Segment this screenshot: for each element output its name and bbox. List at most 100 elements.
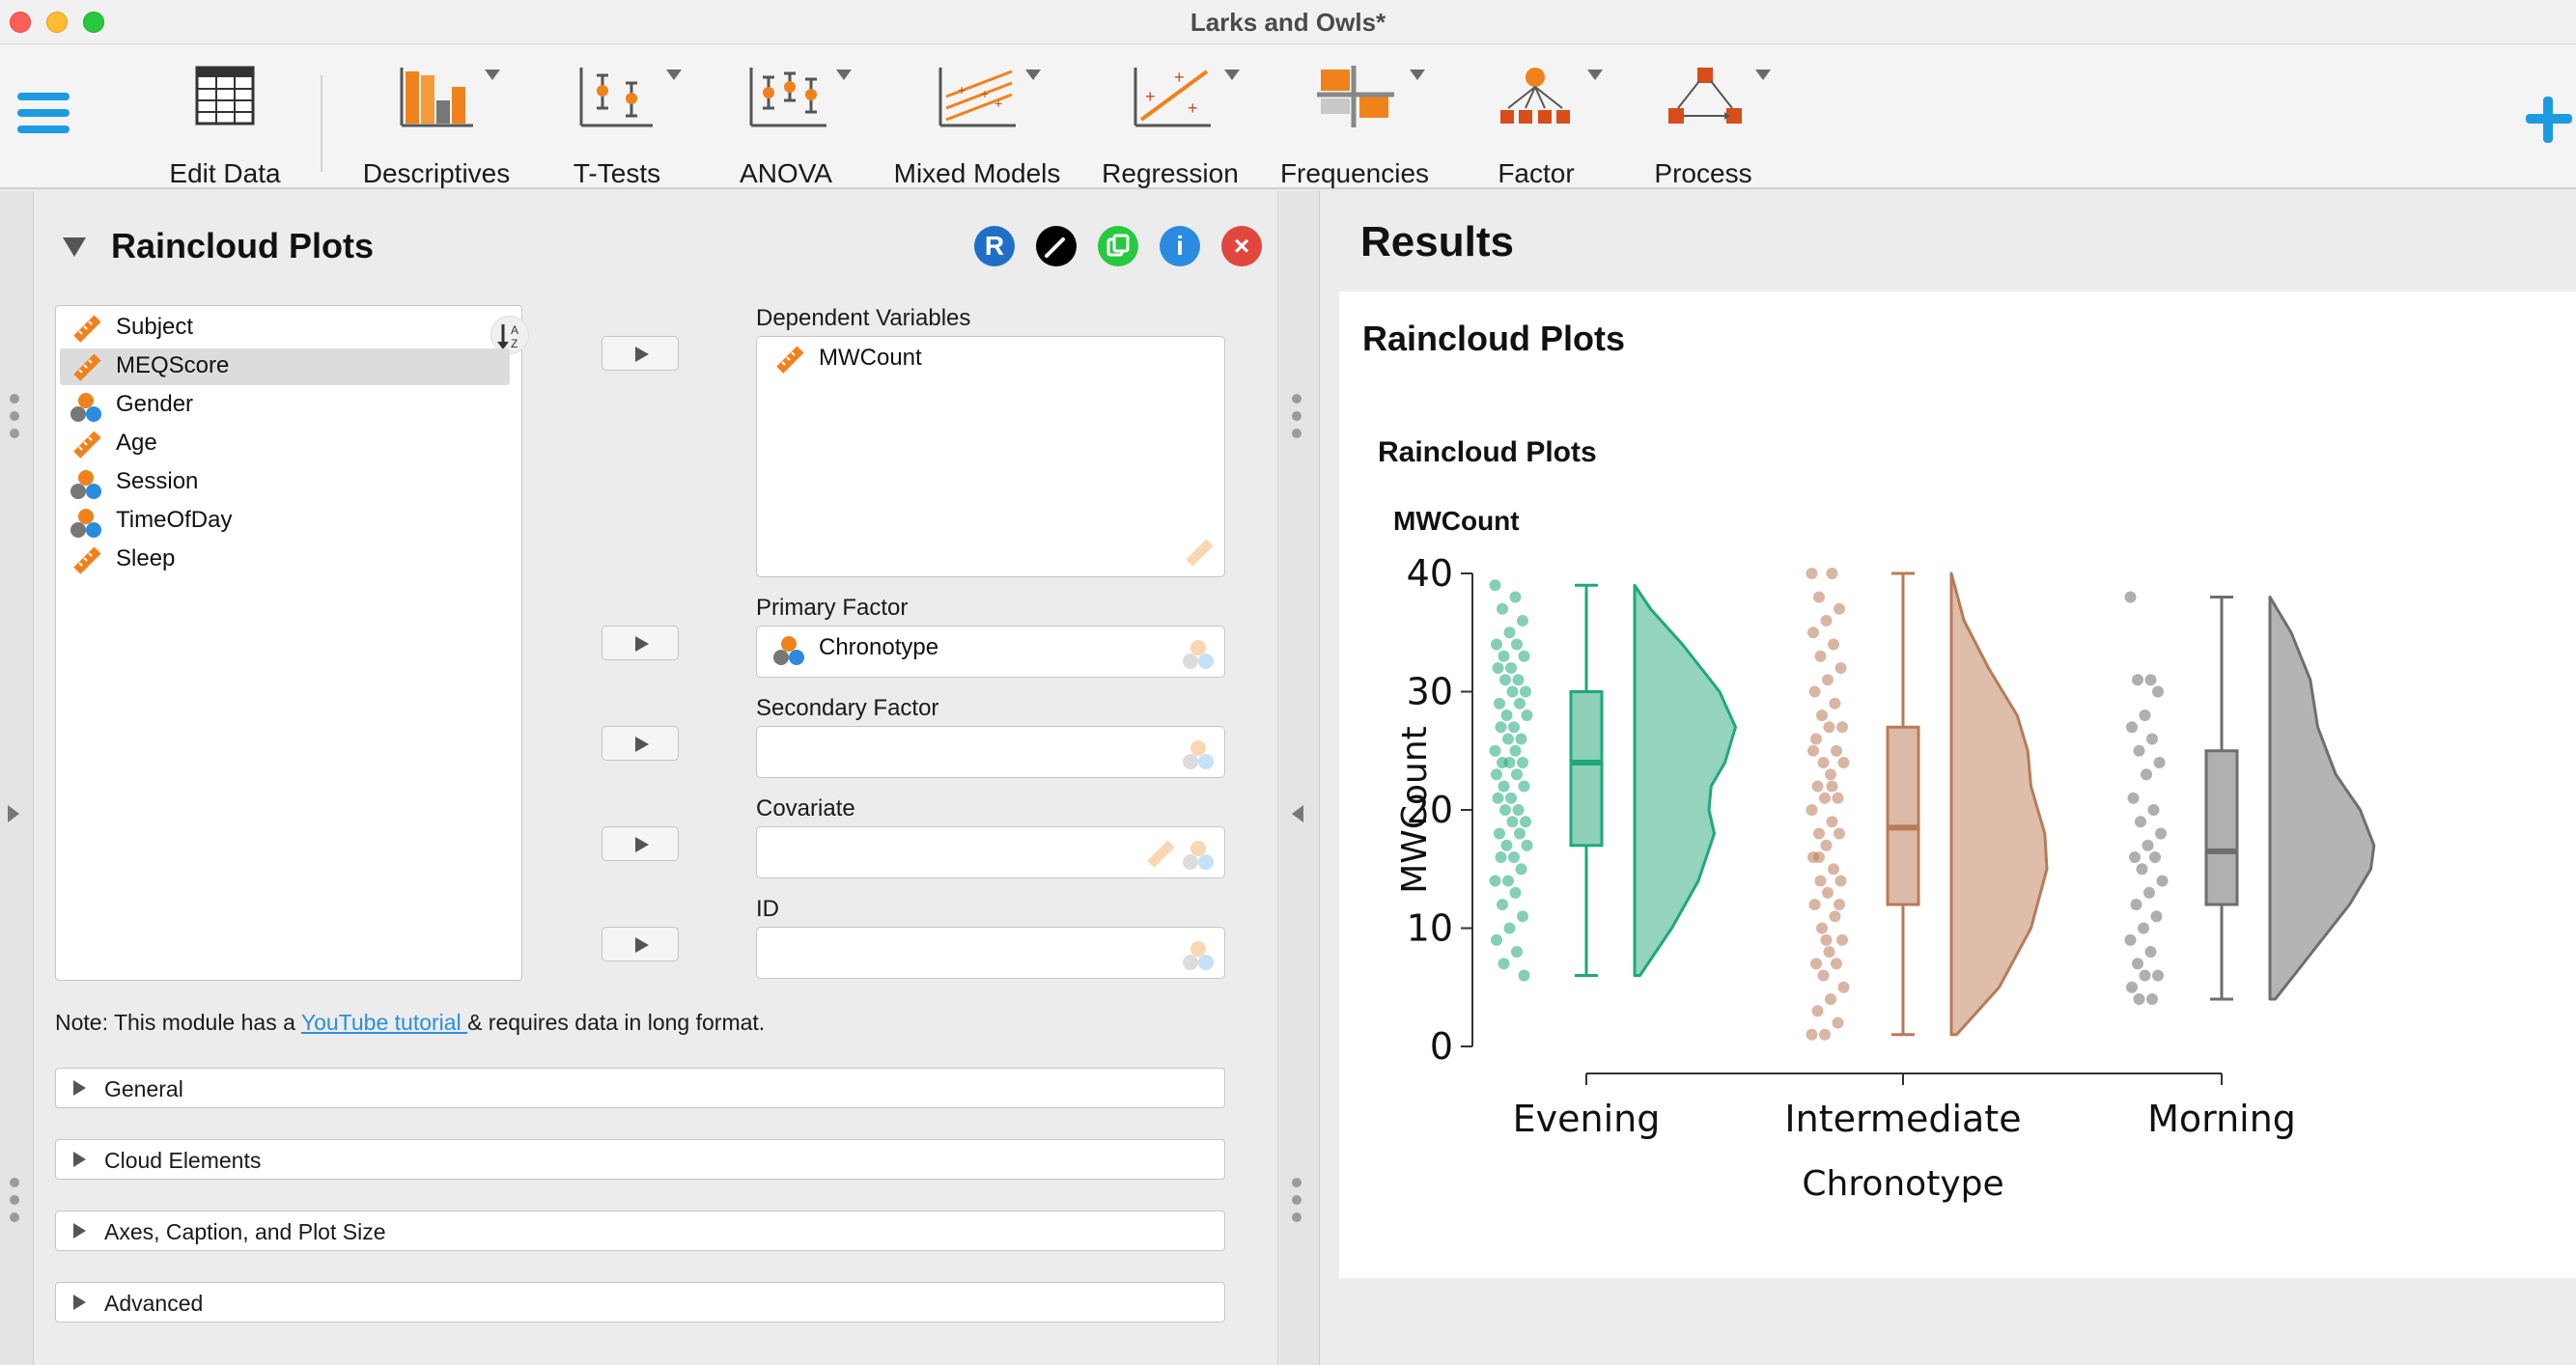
collapse-analysis-icon[interactable] (63, 237, 86, 257)
panel-drag-handle[interactable] (10, 1178, 21, 1230)
primary-factor-box[interactable]: Chronotype (756, 626, 1225, 678)
panel-drag-handle[interactable] (10, 394, 21, 446)
ribbon-frequencies-button[interactable]: Frequencies (1274, 66, 1435, 188)
scale-variable-icon (776, 346, 804, 374)
data-point (1837, 981, 1850, 993)
scale-variable-icon (73, 315, 101, 343)
ribbon-regression-button[interactable]: + + + Regression (1097, 66, 1244, 188)
dependent-variable-value: MWCount (819, 345, 922, 371)
data-point (1807, 627, 1819, 639)
data-point (2139, 969, 2151, 982)
variable-item-subject[interactable]: Subject (60, 310, 510, 347)
data-point (1807, 744, 1819, 757)
data-point (1509, 886, 1522, 899)
chevron-down-icon (666, 70, 682, 80)
data-point (1497, 602, 1508, 615)
data-point (1816, 710, 1828, 721)
variable-name: MEQScore (116, 352, 230, 378)
dependent-variables-label: Dependent Variables (756, 305, 971, 331)
panel-drag-handle[interactable] (1292, 1178, 1303, 1230)
expand-data-panel-icon[interactable] (8, 805, 19, 822)
data-point (1836, 933, 1848, 946)
analysis-title[interactable]: Raincloud Plots (111, 226, 374, 266)
close-analysis-icon[interactable]: × (1221, 226, 1262, 266)
main-menu-button[interactable] (17, 93, 70, 141)
data-point (1505, 792, 1517, 804)
variable-name: Gender (116, 391, 194, 417)
data-point (1811, 1005, 1824, 1017)
data-point (1814, 875, 1827, 887)
variable-item-session[interactable]: Session (60, 464, 510, 501)
data-point (1518, 969, 1530, 982)
variable-list[interactable]: Subject AZ MEQScore Gender Age Session T… (55, 305, 529, 981)
youtube-tutorial-link[interactable]: YouTube tutorial (301, 1010, 467, 1035)
move-to-id-button[interactable] (602, 927, 679, 961)
y-tick-label: 30 (1407, 671, 1453, 713)
duplicate-icon[interactable] (1098, 226, 1138, 266)
scale-variable-icon (73, 353, 101, 381)
expand-triangle-icon (73, 1223, 86, 1239)
info-icon[interactable]: i (1160, 226, 1200, 266)
data-point (1822, 674, 1834, 686)
data-point (1820, 839, 1833, 851)
section-cloud-elements[interactable]: Cloud Elements (55, 1139, 1225, 1180)
variable-item-age[interactable]: Age (60, 426, 510, 462)
ribbon-process-button[interactable]: Process (1649, 66, 1771, 188)
section-advanced[interactable]: Advanced (55, 1282, 1225, 1323)
move-to-secondary-factor-button[interactable] (602, 726, 679, 761)
ribbon-factor-button[interactable]: Factor (1493, 66, 1603, 188)
section-general[interactable]: General (55, 1068, 1225, 1108)
chevron-down-icon (1755, 70, 1771, 80)
move-to-primary-factor-button[interactable] (602, 626, 679, 660)
add-module-button[interactable] (2522, 93, 2576, 147)
hamburger-bar (17, 125, 70, 133)
edit-title-icon[interactable] (1036, 226, 1077, 266)
ribbon-anova-button[interactable]: ANOVA (732, 66, 852, 188)
variable-name: Age (116, 430, 157, 456)
data-point (1491, 933, 1502, 946)
move-to-dependent-button[interactable] (602, 336, 679, 371)
data-point (1836, 721, 1848, 734)
move-to-covariate-button[interactable] (602, 826, 679, 861)
r-syntax-icon[interactable]: R (974, 226, 1015, 266)
id-box[interactable] (756, 927, 1225, 979)
variable-item-gender[interactable]: Gender (60, 387, 510, 424)
ribbon-descriptives-button[interactable]: Descriptives (355, 66, 518, 188)
data-point (2132, 958, 2143, 970)
data-point (1834, 875, 1847, 887)
data-point (1834, 827, 1845, 840)
note-suffix: & requires data in long format. (467, 1010, 766, 1035)
box-body (1886, 725, 1920, 906)
data-point (1810, 958, 1822, 970)
variable-item-timeofday[interactable]: TimeOfDay (60, 503, 510, 540)
pencil-icon (1045, 237, 1065, 258)
variable-item-meqscore[interactable]: MEQScore (60, 348, 510, 385)
ribbon-edit-data-button[interactable]: Edit Data (164, 66, 286, 188)
section-axes-caption-plot-size[interactable]: Axes, Caption, and Plot Size (55, 1211, 1225, 1251)
data-point (1831, 744, 1842, 757)
results-title: Results (1360, 218, 1514, 265)
nominal-variable-icon (773, 636, 804, 665)
covariate-label: Covariate (756, 795, 855, 822)
svg-text:+: + (1174, 68, 1185, 87)
dependent-variables-box[interactable]: MWCount (756, 336, 1225, 577)
collapse-options-panel-icon[interactable] (1292, 805, 1303, 822)
panel-drag-handle[interactable] (1292, 394, 1303, 446)
data-point (1512, 804, 1525, 816)
variable-item-sleep[interactable]: Sleep (60, 542, 510, 578)
t-test-icon (579, 68, 653, 127)
data-point (1829, 697, 1841, 710)
primary-factor-label: Primary Factor (756, 595, 909, 621)
secondary-factor-box[interactable] (756, 726, 1225, 778)
ribbon-mixed-models-button[interactable]: + + + Mixed Models (888, 66, 1066, 188)
data-point (1822, 886, 1834, 899)
scale-variable-icon (73, 546, 101, 574)
svg-text:Z: Z (511, 337, 518, 350)
data-point (1498, 958, 1510, 970)
ribbon-t-tests-button[interactable]: T-Tests (560, 66, 682, 188)
spreadsheet-icon (195, 66, 255, 125)
data-point (2144, 946, 2157, 958)
data-point (2127, 792, 2140, 804)
covariate-box[interactable] (756, 826, 1225, 878)
data-point (1806, 804, 1818, 816)
